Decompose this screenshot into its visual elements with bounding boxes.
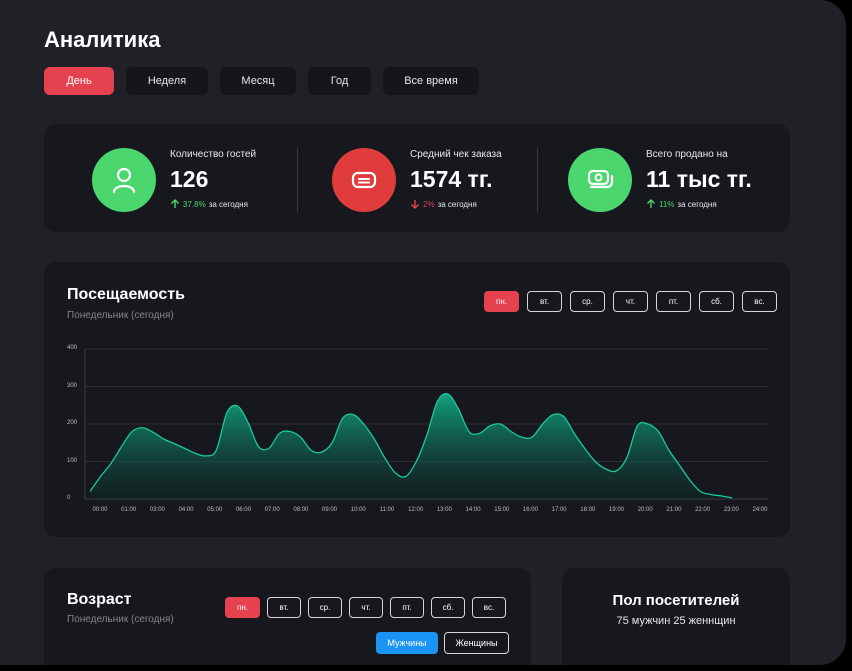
day-tab-sat[interactable]: сб. [699,291,734,312]
stat-trend: 11% за сегодня [646,199,717,209]
x-tick-label: 19:00 [609,507,625,513]
x-tick-label: 04:00 [178,507,194,513]
stat-label: Средний чек заказа [410,149,502,160]
x-tick-label: 10:00 [350,507,366,513]
stat-label: Количество гостей [170,149,257,160]
day-tab-sun[interactable]: вс. [742,291,777,312]
arrow-down-icon [411,200,419,209]
age-subtitle: Понедельник (сегодня) [67,614,174,625]
trend-value: 37.8% [183,199,206,209]
x-tick-label: 00:00 [92,507,108,513]
x-tick-label: 23:00 [723,507,739,513]
x-tick-label: 06:00 [235,507,251,513]
stat-icon-circle [92,148,156,212]
trend-suffix: за сегодня [437,199,477,209]
day-tab-sun[interactable]: вс. [472,597,506,618]
stat-icon-circle [568,148,632,212]
day-tab-wed[interactable]: ср. [308,597,342,618]
attendance-subtitle: Понедельник (сегодня) [67,310,174,321]
trend-suffix: за сегодня [208,199,248,209]
x-tick-label: 13:00 [436,507,452,513]
stat-guests: Количество гостей 126 37.8% за сегодня [92,148,322,212]
day-tab-thu[interactable]: чт. [349,597,383,618]
y-tick-label: 100 [67,457,78,464]
age-day-tabs: пн. вт. ср. чт. пт. сб. вс. [225,597,506,618]
x-tick-label: 17:00 [551,507,567,513]
stat-label: Всего продано на [646,149,728,160]
attendance-day-tabs: пн. вт. ср. чт. пт. сб. вс. [484,291,777,312]
x-tick-label: 08:00 [293,507,309,513]
day-tab-sat[interactable]: сб. [431,597,465,618]
day-tab-fri[interactable]: пт. [390,597,424,618]
stat-value: 11 тыс тг. [646,166,752,192]
stat-divider [537,148,538,212]
x-tick-label: 14:00 [465,507,481,513]
day-tab-fri[interactable]: пт. [656,291,691,312]
x-tick-label: 16:00 [522,507,538,513]
visitors-gender-summary: 75 мужчин 25 женнщин [616,615,736,627]
x-tick-label: 18:00 [580,507,596,513]
period-tab-month[interactable]: Месяц [220,67,296,95]
y-tick-label: 200 [67,420,78,426]
x-tick-label: 05:00 [207,507,223,513]
period-tabs: День Неделя Месяц Год Все время [44,67,479,95]
y-tick-label: 400 [67,345,78,351]
x-tick-label: 20:00 [637,507,653,513]
day-tab-wed[interactable]: ср. [570,291,605,312]
visitors-gender-card: Пол посетителей 75 мужчин 25 женнщин [562,568,790,665]
stat-total-sold: Всего продано на 11 тыс тг. 11% за сегод… [568,148,798,212]
stat-trend: 37.8% за сегодня [170,199,248,209]
stats-card: Количество гостей 126 37.8% за сегодня С… [44,124,790,232]
visitors-gender-title: Пол посетителей [612,592,740,609]
stat-value: 1574 тг. [410,166,493,192]
day-tab-tue[interactable]: вт. [267,597,301,618]
gender-female-button[interactable]: Женщины [444,632,509,654]
dashboard-screen: Аналитика День Неделя Месяц Год Все врем… [0,0,846,665]
arrow-up-icon [647,199,655,208]
y-tick-label: 300 [67,382,78,389]
trend-suffix: за сегодня [677,199,717,209]
x-tick-label: 09:00 [322,507,338,513]
receipt-icon [351,171,377,189]
x-tick-label: 03:00 [149,507,165,513]
x-tick-label: 22:00 [695,507,711,513]
x-tick-label: 07:00 [264,507,280,513]
x-tick-label: 24:00 [752,507,768,513]
y-tick-label: 0 [67,495,71,501]
arrow-up-icon [171,199,179,208]
period-tab-day[interactable]: День [44,67,114,95]
trend-value: 2% [423,199,435,209]
x-tick-label: 12:00 [408,507,424,513]
x-tick-label: 15:00 [494,507,510,513]
day-tab-tue[interactable]: вт. [527,291,562,312]
x-tick-label: 21:00 [666,507,682,513]
attendance-title: Посещаемость [67,286,185,303]
age-title: Возраст [67,591,132,608]
gender-male-button[interactable]: Мужчины [376,632,438,654]
day-tab-mon[interactable]: пн. [225,597,260,618]
trend-value: 11% [659,199,675,209]
period-tab-week[interactable]: Неделя [126,67,208,95]
stat-trend: 2% за сегодня [410,199,477,209]
user-icon [112,167,136,194]
day-tab-thu[interactable]: чт. [613,291,648,312]
stat-value: 126 [170,166,209,192]
stat-icon-circle [332,148,396,212]
day-tab-mon[interactable]: пн. [484,291,519,312]
period-tab-all-time[interactable]: Все время [383,67,479,95]
money-stack-icon [587,169,614,189]
stat-average-check: Средний чек заказа 1574 тг. 2% за сегодн… [332,148,562,212]
x-tick-label: 11:00 [379,507,395,513]
x-tick-label: 01:00 [121,507,137,513]
period-tab-year[interactable]: Год [308,67,371,95]
page-title: Аналитика [44,27,161,52]
stat-divider [297,148,298,212]
